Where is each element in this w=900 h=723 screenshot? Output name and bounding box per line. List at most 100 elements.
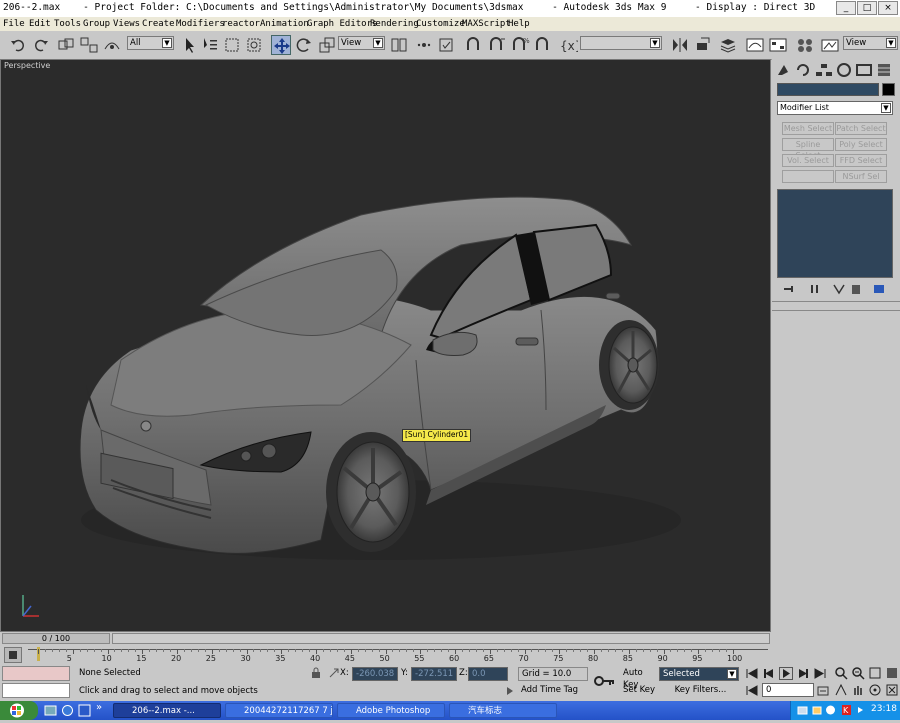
antivirus-tray-icon[interactable]: K [841,704,852,716]
menu-maxscript[interactable]: MAXScript [462,19,511,29]
menu-graph-editors[interactable]: Graph Editors [307,19,377,29]
viewport-label[interactable]: Perspective [4,61,50,70]
select-manipulate-icon[interactable] [414,35,434,55]
zoom-icon[interactable] [834,666,848,680]
field-of-view-icon[interactable] [834,683,848,697]
patch-select-button[interactable]: Patch Select [835,122,887,135]
go-to-end-icon[interactable] [813,668,827,679]
pivot-center-icon[interactable] [389,35,409,55]
add-time-tag-button[interactable]: Add Time Tag [518,684,588,698]
window-crossing-icon[interactable] [244,35,264,55]
select-object-icon[interactable] [180,35,200,55]
display-tab-icon[interactable] [854,62,874,78]
modifier-stack-list[interactable] [777,189,893,278]
poly-select-button[interactable]: Poly Select [835,138,887,151]
set-key-button[interactable]: Set Key [620,684,658,698]
menu-customize[interactable]: Customize [416,19,465,29]
rectangular-selection-icon[interactable] [222,35,242,55]
undo-icon[interactable] [8,35,28,55]
hierarchy-tab-icon[interactable] [814,62,834,78]
previous-frame-icon[interactable] [762,668,776,679]
next-frame-icon[interactable] [796,668,810,679]
quicklaunch-overflow-icon[interactable]: » [96,702,102,713]
z-coordinate-field[interactable]: 0.0 [468,667,508,681]
edit-named-selection-icon[interactable]: {x} [558,35,582,55]
ffd-select-button[interactable]: FFD Select [835,154,887,167]
maximize-viewport-icon[interactable] [885,683,899,697]
y-coordinate-field[interactable]: -272.511 [411,667,457,681]
maxscript-input[interactable] [2,683,70,698]
menu-file[interactable]: File [3,19,25,29]
selection-filter-dropdown[interactable]: All ▼ [127,36,174,50]
menu-create[interactable]: Create [142,19,175,29]
current-frame-field[interactable]: 0 [762,683,814,697]
mirror-icon[interactable] [670,35,690,55]
vol-select-button[interactable]: Vol. Select [782,154,834,167]
zoom-all-icon[interactable] [851,666,865,680]
pan-view-icon[interactable] [851,683,865,697]
percent-snap-icon[interactable]: % [510,35,530,55]
schematic-view-icon[interactable] [768,35,788,55]
start-button[interactable] [0,701,38,720]
create-tab-icon[interactable] [774,62,794,78]
reference-coordinate-dropdown[interactable]: View ▼ [338,36,385,50]
mesh-select-button[interactable]: Mesh Select [782,122,834,135]
named-selection-dropdown[interactable]: ▼ [580,36,662,50]
object-color-swatch[interactable] [882,83,895,96]
arc-rotate-icon[interactable] [868,683,882,697]
menu-help[interactable]: Help [508,19,530,29]
lock-selection-icon[interactable] [310,667,322,679]
spinner-snap-icon[interactable] [533,35,553,55]
layer-manager-icon[interactable] [718,35,738,55]
nsurf-sel-button[interactable]: NSurf Sel [835,170,887,183]
maximize-button[interactable]: □ [857,1,877,15]
bind-space-warp-icon[interactable] [102,35,122,55]
curve-editor-icon[interactable] [745,35,765,55]
help-tray-icon[interactable] [825,704,836,716]
angle-snap-icon[interactable] [487,35,507,55]
show-end-result-icon[interactable] [808,283,822,295]
pin-stack-icon[interactable] [782,283,796,295]
time-configuration-icon[interactable] [817,685,829,697]
menu-rendering[interactable]: Rendering [370,19,419,29]
maxscript-listener-mini[interactable] [2,666,70,681]
scale-icon[interactable] [317,35,337,55]
time-slider[interactable]: 0 / 100 [0,632,771,645]
volume-tray-icon[interactable] [811,704,822,716]
select-by-name-icon[interactable] [200,35,220,55]
modifier-list-dropdown[interactable]: Modifier List ▼ [777,101,893,115]
go-to-start-icon[interactable] [745,668,759,679]
menu-views[interactable]: Views [113,19,140,29]
menu-modifiers[interactable]: Modifiers [176,19,225,29]
menu-edit[interactable]: Edit [29,19,51,29]
expand-tray-icon[interactable] [855,704,866,716]
menu-reactor[interactable]: reactor [222,19,260,29]
select-and-link-icon[interactable] [56,35,76,55]
zoom-extents-all-icon[interactable] [885,666,899,680]
move-icon[interactable] [271,35,291,55]
menu-animation[interactable]: Animation [260,19,309,29]
track-bar[interactable]: 5 10 15 20 25 30 35 40 45 50 55 60 65 70 75 80 85 90 95 100 [0,645,771,665]
object-name-field[interactable] [777,83,879,96]
taskbar-image-file[interactable]: 20044272117267 7 j... [225,703,333,718]
material-editor-icon[interactable] [795,35,815,55]
utilities-tab-icon[interactable] [874,62,894,78]
show-desktop-icon[interactable] [44,704,57,717]
spline-select-button[interactable]: Spline Select [782,138,834,160]
redo-icon[interactable] [31,35,51,55]
network-tray-icon[interactable] [797,704,808,716]
taskbar-photoshop[interactable]: Adobe Photoshop [337,703,445,718]
auto-key-button[interactable]: Auto Key [620,667,658,690]
add-time-tag-icon[interactable] [505,685,515,697]
rotate-icon[interactable] [294,35,314,55]
absolute-mode-icon[interactable] [328,667,340,679]
configure-modifier-sets-icon[interactable] [872,283,886,295]
taskbar-3dsmax[interactable]: 206--2.max -... [113,703,221,718]
perspective-viewport[interactable]: [Sun] Cylinder01 [0,59,771,632]
menu-group[interactable]: Group [83,19,110,29]
minimize-button[interactable]: _ [836,1,856,15]
align-icon[interactable] [693,35,713,55]
make-unique-icon[interactable] [832,283,846,295]
render-type-dropdown[interactable]: View ▼ [843,36,898,50]
motion-tab-icon[interactable] [834,62,854,78]
